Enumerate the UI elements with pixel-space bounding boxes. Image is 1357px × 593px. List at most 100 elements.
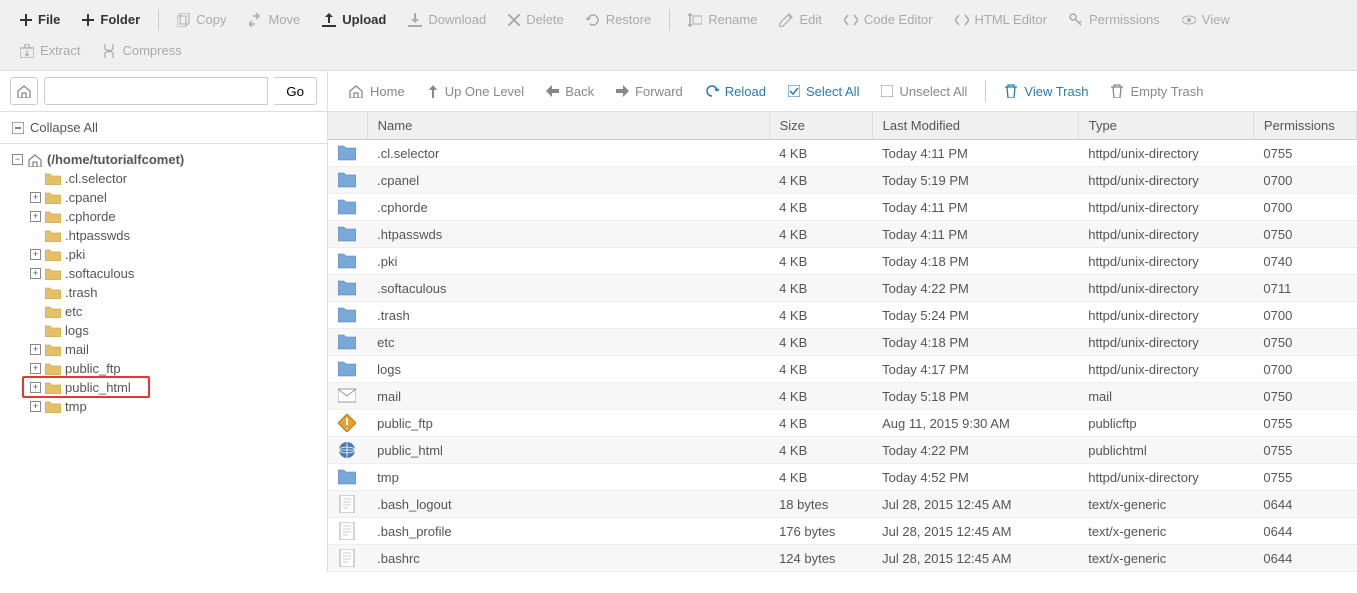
folder-icon <box>45 400 61 413</box>
publichtml-icon <box>338 441 356 459</box>
view-button[interactable]: View <box>1172 8 1240 31</box>
up-one-level-button[interactable]: Up One Level <box>417 80 535 103</box>
tree-root[interactable]: − (/home/tutorialfcomet) <box>4 150 323 169</box>
tree-item[interactable]: logs <box>4 321 323 340</box>
tree-item[interactable]: .htpasswds <box>4 226 323 245</box>
table-row[interactable]: .bash_logout18 bytesJul 28, 2015 12:45 A… <box>328 491 1357 518</box>
table-row[interactable]: public_html4 KBToday 4:22 PMpublichtml07… <box>328 437 1357 464</box>
tree-item[interactable]: +mail <box>4 340 323 359</box>
cell-permissions: 0711 <box>1253 275 1356 302</box>
expander-icon[interactable]: − <box>12 154 23 165</box>
cell-name: .htpasswds <box>367 221 769 248</box>
folder-button[interactable]: Folder <box>72 8 150 31</box>
tree-item[interactable]: etc <box>4 302 323 321</box>
table-row[interactable]: .cl.selector4 KBToday 4:11 PMhttpd/unix-… <box>328 140 1357 167</box>
expander-icon[interactable]: + <box>30 249 41 260</box>
cell-type: text/x-generic <box>1078 518 1253 545</box>
restore-button[interactable]: Restore <box>576 8 662 31</box>
table-row[interactable]: .bash_profile176 bytesJul 28, 2015 12:45… <box>328 518 1357 545</box>
cell-modified: Today 4:11 PM <box>872 194 1078 221</box>
table-row[interactable]: .trash4 KBToday 5:24 PMhttpd/unix-direct… <box>328 302 1357 329</box>
unselect-all-button[interactable]: Unselect All <box>871 80 977 103</box>
collapse-all-button[interactable]: Collapse All <box>0 112 327 144</box>
nav-home-button[interactable]: Home <box>338 80 415 103</box>
cell-type: httpd/unix-directory <box>1078 329 1253 356</box>
file-icon <box>338 549 356 567</box>
html-editor-button[interactable]: HTML Editor <box>945 8 1057 31</box>
table-row[interactable]: public_ftp4 KBAug 11, 2015 9:30 AMpublic… <box>328 410 1357 437</box>
tree-item[interactable]: .cl.selector <box>4 169 323 188</box>
cell-permissions: 0700 <box>1253 167 1356 194</box>
expander-icon[interactable]: + <box>30 363 41 374</box>
cell-name: .cl.selector <box>367 140 769 167</box>
col-name-header[interactable]: Name <box>367 112 769 140</box>
expander-icon[interactable]: + <box>30 211 41 222</box>
reload-button[interactable]: Reload <box>695 80 776 103</box>
tree-item[interactable]: +tmp <box>4 397 323 416</box>
tree-item[interactable]: + public_html <box>4 378 323 397</box>
cell-permissions: 0644 <box>1253 545 1356 572</box>
select-all-button[interactable]: Select All <box>778 80 869 103</box>
cell-modified: Jul 28, 2015 12:45 AM <box>872 545 1078 572</box>
cell-size: 4 KB <box>769 356 872 383</box>
tree-item[interactable]: +.pki <box>4 245 323 264</box>
table-row[interactable]: etc4 KBToday 4:18 PMhttpd/unix-directory… <box>328 329 1357 356</box>
go-button[interactable]: Go <box>274 77 317 105</box>
folder-icon <box>45 267 61 280</box>
download-button[interactable]: Download <box>398 8 496 31</box>
permissions-button[interactable]: Permissions <box>1059 8 1170 31</box>
table-row[interactable]: logs4 KBToday 4:17 PMhttpd/unix-director… <box>328 356 1357 383</box>
table-row[interactable]: .pki4 KBToday 4:18 PMhttpd/unix-director… <box>328 248 1357 275</box>
tree-item-label: public_html <box>65 380 131 395</box>
table-row[interactable]: mail4 KBToday 5:18 PMmail0750 <box>328 383 1357 410</box>
expander-icon[interactable]: + <box>30 401 41 412</box>
edit-button[interactable]: Edit <box>769 8 831 31</box>
table-row[interactable]: .htpasswds4 KBToday 4:11 PMhttpd/unix-di… <box>328 221 1357 248</box>
table-row[interactable]: .softaculous4 KBToday 4:22 PMhttpd/unix-… <box>328 275 1357 302</box>
view-trash-button[interactable]: View Trash <box>994 80 1098 103</box>
path-input[interactable] <box>44 77 268 105</box>
tree-item[interactable]: +.softaculous <box>4 264 323 283</box>
expander-icon[interactable]: + <box>30 382 41 393</box>
folder-icon <box>338 225 356 243</box>
home-icon-button[interactable] <box>10 77 38 105</box>
rename-button[interactable]: Rename <box>678 8 767 31</box>
col-icon-header[interactable] <box>328 112 367 140</box>
expander-icon[interactable]: + <box>30 192 41 203</box>
tree-item[interactable]: .trash <box>4 283 323 302</box>
delete-button[interactable]: Delete <box>498 8 574 31</box>
tree-item[interactable]: +.cpanel <box>4 188 323 207</box>
move-button[interactable]: Move <box>239 8 311 31</box>
col-size-header[interactable]: Size <box>769 112 872 140</box>
forward-button[interactable]: Forward <box>606 80 693 103</box>
upload-button[interactable]: Upload <box>312 8 396 31</box>
cell-name: .softaculous <box>367 275 769 302</box>
file-button[interactable]: File <box>10 8 70 31</box>
col-type-header[interactable]: Type <box>1078 112 1253 140</box>
tree-item[interactable]: +public_ftp <box>4 359 323 378</box>
col-modified-header[interactable]: Last Modified <box>872 112 1078 140</box>
empty-trash-button[interactable]: Empty Trash <box>1100 80 1213 103</box>
extract-button[interactable]: Extract <box>10 39 90 62</box>
table-row[interactable]: .cpanel4 KBToday 5:19 PMhttpd/unix-direc… <box>328 167 1357 194</box>
cell-type: httpd/unix-directory <box>1078 140 1253 167</box>
tree-item[interactable]: +.cphorde <box>4 207 323 226</box>
compress-button[interactable]: Compress <box>92 39 191 62</box>
cell-size: 4 KB <box>769 221 872 248</box>
expander-icon[interactable]: + <box>30 268 41 279</box>
cell-type: text/x-generic <box>1078 545 1253 572</box>
home-icon <box>27 153 43 167</box>
cell-size: 176 bytes <box>769 518 872 545</box>
cell-name: .cpanel <box>367 167 769 194</box>
back-button[interactable]: Back <box>536 80 604 103</box>
code-editor-button[interactable]: Code Editor <box>834 8 943 31</box>
copy-button[interactable]: Copy <box>167 8 236 31</box>
table-row[interactable]: .bashrc124 bytesJul 28, 2015 12:45 AMtex… <box>328 545 1357 572</box>
table-row[interactable]: .cphorde4 KBToday 4:11 PMhttpd/unix-dire… <box>328 194 1357 221</box>
col-permissions-header[interactable]: Permissions <box>1253 112 1356 140</box>
cell-permissions: 0755 <box>1253 140 1356 167</box>
table-row[interactable]: tmp4 KBToday 4:52 PMhttpd/unix-directory… <box>328 464 1357 491</box>
cell-size: 4 KB <box>769 302 872 329</box>
cell-permissions: 0755 <box>1253 464 1356 491</box>
expander-icon[interactable]: + <box>30 344 41 355</box>
